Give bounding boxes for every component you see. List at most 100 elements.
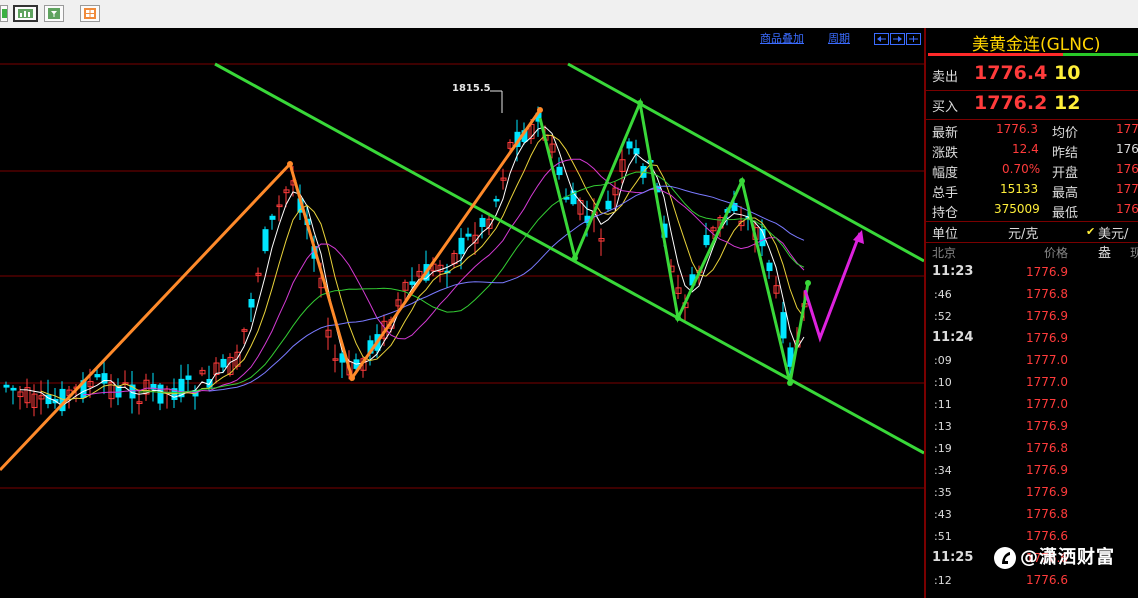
tick-time: :10 — [934, 376, 952, 389]
tick-row: :09 1777.0 — [926, 352, 1138, 372]
tick-time: :43 — [934, 508, 952, 521]
tick-price: 1776.9 — [1026, 331, 1068, 345]
channel-line-lower — [214, 62, 924, 455]
watermark-logo-icon — [994, 547, 1016, 569]
candle-body — [605, 200, 612, 210]
tick-row: :11 1777.0 — [926, 396, 1138, 416]
tick-price: 1776.9 — [1026, 265, 1068, 279]
tick-price: 1776.8 — [1026, 441, 1068, 455]
sell-row: 卖出 1776.4 10 — [932, 62, 1081, 85]
tick-price: 1777.0 — [1026, 353, 1068, 367]
tick-time: 11:23 — [932, 264, 974, 279]
tick-time: :51 — [934, 530, 952, 543]
tick-time: :46 — [934, 288, 952, 301]
green-arrow-head — [572, 255, 578, 261]
bar-chart-icon[interactable] — [13, 5, 38, 22]
tick-price: 1776.6 — [1026, 529, 1068, 543]
tick-time: :19 — [934, 442, 952, 455]
channel-line-upper — [567, 62, 924, 263]
candle-body — [185, 375, 192, 380]
tick-time: :13 — [934, 420, 952, 433]
candle-body — [94, 374, 101, 378]
candle-body — [633, 148, 640, 155]
tick-price: 1776.9 — [1026, 463, 1068, 477]
forecast-arrow-head — [853, 230, 864, 244]
quote-panel: 美黄金连(GLNC) 卖出 1776.4 10 买入 1776.2 12 最新 … — [924, 28, 1138, 598]
buy-price: 1776.2 — [974, 92, 1048, 114]
tick-time: :11 — [934, 398, 952, 411]
ma-line-yellow — [40, 134, 805, 401]
candle-body — [479, 217, 486, 227]
quote-title-bar: 美黄金连(GLNC) — [926, 28, 1138, 56]
orange-arrow-head — [537, 107, 543, 113]
candle-body — [157, 384, 164, 404]
tick-row: :13 1776.9 — [926, 418, 1138, 438]
position-row: 持仓 375009 最低 176 — [932, 202, 1138, 221]
tick-time: :52 — [934, 310, 952, 323]
tick-row: :35 1776.9 — [926, 484, 1138, 504]
instrument-title: 美黄金连(GLNC) — [972, 35, 1101, 55]
tick-row: 11:23 1776.9 — [926, 264, 1138, 284]
tick-price: 1776.8 — [1026, 507, 1068, 521]
candle-body — [703, 234, 710, 246]
candle-body — [556, 166, 563, 176]
candle-body — [493, 198, 500, 202]
ma-line-white — [19, 126, 805, 407]
candle-body — [465, 233, 472, 237]
candlestick-chart[interactable]: 商品叠加 周期 1815.5 — [0, 28, 924, 598]
green-arrow-head — [739, 178, 745, 184]
toolbar — [0, 0, 1138, 29]
tick-time: 11:24 — [932, 330, 974, 345]
chart-nav-buttons[interactable] — [874, 30, 922, 45]
candle-body — [766, 262, 773, 272]
green-arrow-head — [787, 380, 793, 386]
sell-qty: 10 — [1054, 62, 1081, 84]
orange-arrow-head — [287, 161, 293, 167]
candle-body — [780, 312, 787, 339]
unit-row: 单位 元/克 ✔ 美元/盎 — [926, 223, 1138, 261]
grid-icon[interactable] — [80, 5, 100, 22]
tick-time: :34 — [934, 464, 952, 477]
candle-body — [409, 281, 416, 285]
tick-price: 1777.0 — [1026, 375, 1068, 389]
tick-price: 1776.9 — [1026, 485, 1068, 499]
tick-price: 1776.8 — [1026, 287, 1068, 301]
tick-row: :43 1776.8 — [926, 506, 1138, 526]
tick-time: 11:25 — [932, 550, 974, 565]
candle-body — [10, 387, 17, 391]
tick-time: :12 — [934, 574, 952, 587]
tick-price: 1776.6 — [1026, 573, 1068, 587]
tick-price: 1777.0 — [1026, 397, 1068, 411]
tick-time: :09 — [934, 354, 952, 367]
green-square-icon[interactable] — [0, 5, 8, 22]
chart-canvas[interactable] — [0, 28, 924, 598]
tick-row: :46 1776.8 — [926, 286, 1138, 306]
orange-arrow-head — [349, 375, 355, 381]
sell-price: 1776.4 — [974, 62, 1048, 84]
tick-row: 11:24 1776.9 — [926, 330, 1138, 350]
ma-line-blue — [208, 185, 805, 392]
tick-row: :12 1776.6 — [926, 572, 1138, 592]
latest-row: 最新 1776.3 均价 177 — [932, 122, 1138, 141]
peak-price-label: 1815.5 — [452, 83, 491, 94]
tick-header: 北京 价格 现 — [932, 246, 1138, 260]
candle-body — [626, 141, 633, 149]
green-zigzag-line — [538, 97, 810, 384]
candle-body — [269, 215, 276, 220]
green-arrow-head — [675, 315, 681, 321]
candle-body — [3, 384, 10, 388]
candle-body — [220, 358, 227, 368]
buy-qty: 12 — [1054, 92, 1081, 114]
tick-row: :19 1776.8 — [926, 440, 1138, 460]
candle-body — [262, 229, 269, 252]
period-link[interactable]: 周期 — [828, 30, 850, 46]
tick-price: 1776.9 — [1026, 309, 1068, 323]
watermark-text: @潇洒财富 — [1020, 547, 1115, 568]
tick-time: :35 — [934, 486, 952, 499]
green-arrow-head — [805, 280, 811, 286]
forecast-line — [803, 232, 862, 343]
tick-row: :52 1776.9 — [926, 308, 1138, 328]
volume-row: 总手 15133 最高 177 — [932, 182, 1138, 201]
overlay-link[interactable]: 商品叠加 — [760, 30, 804, 46]
filter-icon[interactable] — [44, 5, 64, 22]
